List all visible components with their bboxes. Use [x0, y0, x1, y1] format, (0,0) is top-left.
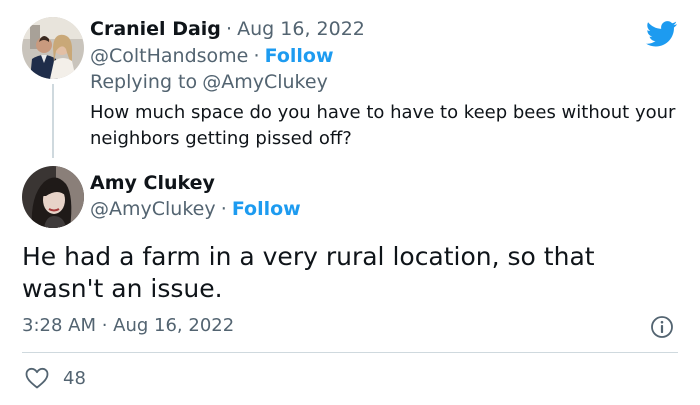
- replying-to-label: Replying to: [90, 71, 198, 93]
- main-author-name[interactable]: Amy Clukey: [90, 172, 215, 194]
- reply-author-name[interactable]: Craniel Daig: [90, 18, 221, 40]
- info-icon[interactable]: [650, 315, 674, 339]
- heart-icon[interactable]: [24, 366, 50, 390]
- reply-date[interactable]: Aug 16, 2022: [237, 18, 365, 40]
- tweet-timestamp[interactable]: 3:28 AM · Aug 16, 2022: [22, 315, 234, 336]
- replying-to-handle[interactable]: @AmyClukey: [202, 71, 328, 93]
- like-count: 48: [63, 367, 86, 389]
- reply-author-avatar[interactable]: [22, 17, 84, 79]
- thread-connector-line: [52, 84, 54, 158]
- action-bar-divider: [22, 352, 678, 353]
- main-author-avatar[interactable]: [22, 166, 84, 228]
- twitter-bird-icon[interactable]: [646, 21, 678, 47]
- main-follow-button[interactable]: Follow: [232, 198, 301, 220]
- reply-follow-button[interactable]: Follow: [265, 45, 334, 67]
- main-author-handle[interactable]: @AmyClukey: [90, 198, 216, 220]
- main-tweet-text: He had a farm in a very rural location, …: [22, 242, 595, 303]
- reply-header-separator: ·: [226, 18, 233, 40]
- reply-author-handle[interactable]: @ColtHandsome: [90, 45, 248, 67]
- main-handle-separator: ·: [220, 198, 227, 220]
- like-button[interactable]: 48: [24, 366, 86, 390]
- reply-handle-separator: ·: [253, 45, 260, 67]
- reply-tweet-text: How much space do you have to have to ke…: [90, 102, 676, 149]
